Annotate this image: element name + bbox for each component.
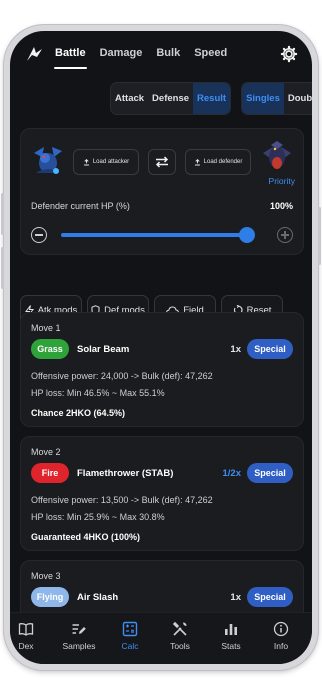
- type-badge-fire: Fire: [31, 463, 69, 483]
- hp-slider-track[interactable]: [61, 233, 247, 237]
- info-icon: [273, 621, 289, 637]
- offensive-power-line: Offensive power: 24,000 -> Bulk (def): 4…: [31, 371, 213, 381]
- tab-damage[interactable]: Damage: [100, 47, 143, 59]
- nav-calc[interactable]: Calc: [110, 621, 150, 651]
- ko-chance: Chance 2HKO (64.5%): [31, 408, 126, 418]
- attacker-sprite[interactable]: [30, 143, 66, 179]
- nav-samples[interactable]: Samples: [59, 621, 99, 651]
- app-logo-icon: [27, 47, 42, 61]
- priority-label[interactable]: Priority: [269, 176, 295, 186]
- matchup-card: Load attacker Load defender Priority Def…: [20, 128, 304, 255]
- increase-hp-icon[interactable]: [277, 227, 293, 243]
- top-bar: Battle Damage Bulk Speed: [10, 31, 312, 81]
- toggle-singles[interactable]: Singles: [242, 83, 284, 114]
- tab-battle[interactable]: Battle: [54, 47, 87, 69]
- decrease-hp-icon[interactable]: [31, 227, 47, 243]
- load-attacker-label: Load attacker: [92, 159, 130, 165]
- move-title: Move 1: [31, 323, 61, 333]
- move-title: Move 3: [31, 571, 61, 581]
- book-icon: [18, 623, 34, 636]
- battle-type-toggle: Singles Doubles: [241, 82, 312, 115]
- hp-label: Defender current HP (%): [31, 201, 130, 211]
- nav-info[interactable]: Info: [261, 621, 301, 651]
- category-badge: Special: [247, 463, 293, 483]
- defender-sprite[interactable]: [259, 139, 295, 175]
- edit-list-icon: [72, 624, 86, 634]
- toggle-result[interactable]: Result: [193, 83, 231, 114]
- hp-slider-fill: [61, 233, 247, 237]
- effectiveness: 1x: [230, 344, 241, 355]
- nav-calc-label: Calc: [121, 641, 139, 651]
- view-toggle: Attack Defense Result: [110, 82, 232, 115]
- load-attacker-button[interactable]: Load attacker: [73, 149, 139, 175]
- load-defender-label: Load defender: [203, 159, 243, 165]
- power-button: [318, 207, 321, 265]
- nav-dex[interactable]: Dex: [10, 621, 46, 651]
- effectiveness: 1/2x: [222, 468, 242, 479]
- volume-button: [1, 247, 4, 289]
- toggle-defense[interactable]: Defense: [148, 83, 193, 114]
- nav-stats-label: Stats: [221, 641, 241, 651]
- move-card-1[interactable]: Move 1 Grass Solar Beam 1x Special Offen…: [20, 312, 304, 427]
- tab-bulk[interactable]: Bulk: [156, 47, 180, 59]
- pokemon-row: Load attacker Load defender: [21, 141, 303, 181]
- nav-samples-label: Samples: [62, 641, 96, 651]
- nav-tools-label: Tools: [170, 641, 190, 651]
- swap-icon: [155, 156, 169, 168]
- nav-info-label: Info: [273, 641, 289, 651]
- category-badge: Special: [247, 587, 293, 607]
- move-name: Air Slash: [77, 592, 119, 603]
- nav-stats[interactable]: Stats: [211, 621, 251, 651]
- gear-icon[interactable]: [280, 45, 298, 63]
- nav-dex-label: Dex: [18, 641, 34, 651]
- hp-loss-line: HP loss: Min 25.9% ~ Max 30.8%: [31, 512, 165, 522]
- tab-speed[interactable]: Speed: [194, 47, 227, 59]
- phone-frame: Battle Damage Bulk Speed Attack Defense …: [1, 25, 321, 670]
- nav-tools[interactable]: Tools: [160, 621, 200, 651]
- load-defender-button[interactable]: Load defender: [185, 149, 251, 175]
- move-name: Solar Beam: [77, 344, 130, 355]
- offensive-power-line: Offensive power: 13,500 -> Bulk (def): 4…: [31, 495, 213, 505]
- ko-chance: Guaranteed 4HKO (100%): [31, 532, 141, 542]
- toggle-doubles[interactable]: Doubles: [284, 83, 312, 114]
- main-tabs: Battle Damage Bulk Speed: [54, 47, 227, 69]
- hp-loss-line: HP loss: Min 46.5% ~ Max 55.1%: [31, 388, 165, 398]
- upload-icon: [194, 158, 200, 165]
- volume-button: [1, 193, 4, 235]
- app-screen: Battle Damage Bulk Speed Attack Defense …: [10, 31, 312, 664]
- upload-icon: [83, 158, 89, 165]
- move-title: Move 2: [31, 447, 61, 457]
- tools-icon: [172, 621, 187, 636]
- bottom-nav: Dex Samples Calc Tools Stats Info: [10, 612, 312, 664]
- hp-value: 100%: [269, 201, 293, 211]
- mode-toggles: Attack Defense Result Singles Doubles: [110, 82, 312, 115]
- hp-slider-row: [31, 225, 295, 245]
- move-card-2[interactable]: Move 2 Fire Flamethrower (STAB) 1/2x Spe…: [20, 436, 304, 551]
- category-badge: Special: [247, 339, 293, 359]
- toggle-attack[interactable]: Attack: [111, 83, 148, 114]
- effectiveness: 1x: [230, 592, 241, 603]
- swap-button[interactable]: [148, 149, 176, 175]
- calculator-icon: [122, 621, 138, 637]
- type-badge-grass: Grass: [31, 339, 69, 359]
- hp-slider-thumb[interactable]: [239, 227, 255, 243]
- bar-chart-icon: [225, 624, 237, 635]
- move-name: Flamethrower (STAB): [77, 468, 174, 479]
- type-badge-flying: Flying: [31, 587, 69, 607]
